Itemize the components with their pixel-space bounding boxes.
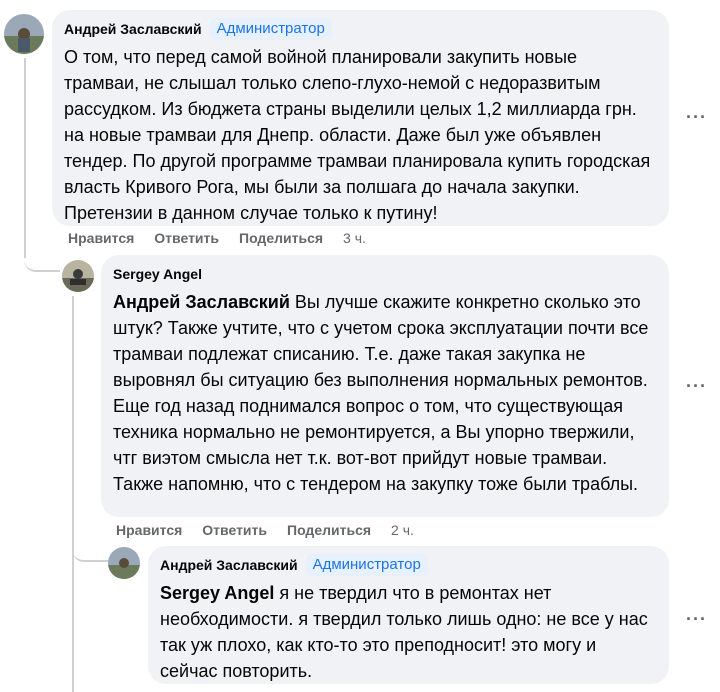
thread-line [24,58,26,258]
mention-link[interactable]: Sergey Angel [160,583,274,603]
more-options-icon[interactable]: ··· [686,108,707,126]
thread-curve [24,240,60,272]
share-button[interactable]: Поделиться [287,522,371,538]
comment-bubble: Андрей Заславский Администратор Sergey A… [148,546,669,684]
comment-author[interactable]: Андрей Заславский [64,21,202,37]
comment-author[interactable]: Андрей Заславский [160,557,298,573]
reply-button[interactable]: Ответить [202,522,267,538]
comment-text: Андрей Заславский Вы лучше скажите конкр… [113,289,657,497]
comment-actions: Нравится Ответить Поделиться 3 ч. [68,230,366,246]
comment-body: Вы лучше скажите конкретно сколько это ш… [113,292,649,494]
admin-badge: Администратор [209,18,332,40]
comment-actions: Нравится Ответить Поделиться 2 ч. [116,522,414,538]
more-options-icon[interactable]: ··· [686,377,707,395]
mention-link[interactable]: Андрей Заславский [113,292,290,312]
avatar[interactable] [108,547,140,579]
comment-text: Sergey Angel я не твердил что в ремонтах… [160,580,657,684]
thread-line [72,296,74,692]
comment-time[interactable]: 3 ч. [343,230,366,246]
comment-text: О том, что перед самой войной планировал… [64,47,651,223]
comment-bubble: Sergey Angel Андрей Заславский Вы лучше … [101,255,669,517]
comment-bubble: Андрей Заславский Администратор О том, ч… [52,10,669,226]
avatar[interactable] [4,14,44,54]
thread-curve [72,530,108,562]
comment-author[interactable]: Sergey Angel [113,266,202,282]
avatar[interactable] [62,260,94,292]
like-button[interactable]: Нравится [68,230,134,246]
like-button[interactable]: Нравится [116,522,182,538]
share-button[interactable]: Поделиться [239,230,323,246]
admin-badge: Администратор [305,554,428,576]
more-options-icon[interactable]: ··· [686,610,707,628]
reply-button[interactable]: Ответить [154,230,219,246]
comment-time[interactable]: 2 ч. [391,522,414,538]
